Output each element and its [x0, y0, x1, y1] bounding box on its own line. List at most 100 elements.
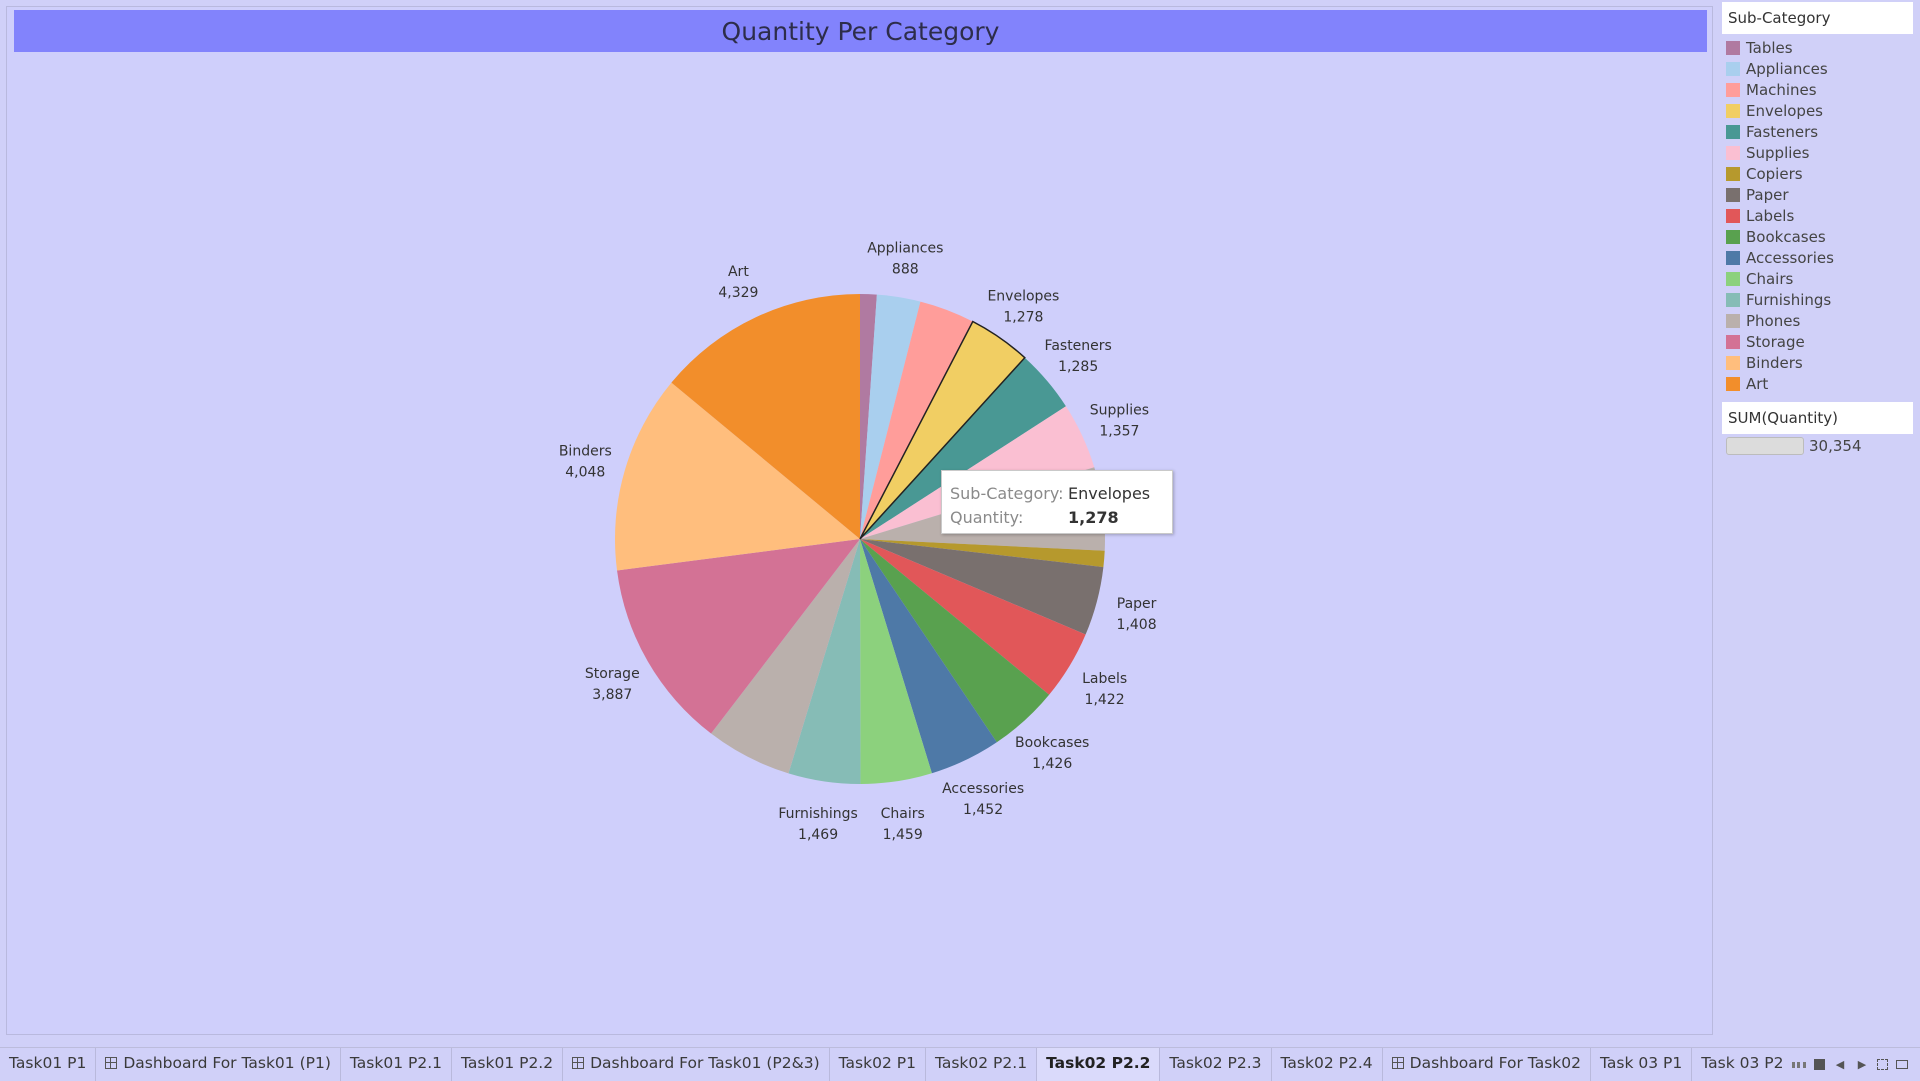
legend-label: Machines [1746, 80, 1817, 99]
legend-label: Envelopes [1746, 101, 1823, 120]
legend-swatch [1726, 82, 1740, 97]
sheet-tab[interactable]: Task01 P2.1 [341, 1048, 452, 1081]
sheet-tab[interactable]: Task02 P2.2 [1037, 1048, 1161, 1081]
legend-label: Labels [1746, 206, 1795, 225]
tooltip-dimension-label: Sub-Category: [950, 483, 1064, 503]
dashboard-icon [1391, 1057, 1404, 1069]
legend-panel: Sub-Category Tables Appliances Machines Env… [1722, 2, 1913, 458]
slice-label-name: Art [728, 264, 749, 280]
legend-item-furnishings[interactable]: Furnishings [1726, 289, 1913, 310]
slice-label-value: 1,459 [883, 827, 923, 843]
legend-label: Supplies [1746, 143, 1810, 162]
sheet-tab[interactable]: Task 03 P2 [1692, 1048, 1782, 1081]
sheet-tab-label: Task01 P1 [9, 1054, 87, 1072]
legend-swatch [1726, 40, 1740, 55]
sheet-tab-label: Task01 P2.1 [349, 1054, 442, 1072]
legend-item-supplies[interactable]: Supplies [1726, 142, 1913, 163]
legend-swatch [1726, 355, 1740, 370]
sheet-tab-label: Task02 P1 [838, 1054, 916, 1072]
slice-label-name: Chairs [881, 806, 925, 822]
sheet-tab[interactable]: Task01 P1 [0, 1048, 97, 1081]
legend-item-bookcases[interactable]: Bookcases [1726, 226, 1913, 247]
legend-item-appliances[interactable]: Appliances [1726, 58, 1913, 79]
legend-item-phones[interactable]: Phones [1726, 310, 1913, 331]
legend-item-fasteners[interactable]: Fasteners [1726, 121, 1913, 142]
slice-label-name: Accessories [942, 781, 1024, 797]
legend-label: Chairs [1746, 269, 1794, 288]
sheet-tab-label: Task02 P2.4 [1280, 1054, 1373, 1072]
sheet-tab[interactable]: Task02 P2.1 [926, 1048, 1038, 1081]
legend-item-paper[interactable]: Paper [1726, 184, 1913, 205]
slice-label-name: Fasteners [1045, 338, 1112, 354]
legend-swatch [1726, 376, 1740, 391]
tooltip-measure-value: 1,278 [1068, 507, 1119, 527]
pie-chart[interactable]: Appliances888Envelopes1,278Fasteners1,28… [0, 0, 1713, 1040]
size-legend: 30,354 [1722, 434, 1913, 458]
sheet-tab[interactable]: Task02 P1 [830, 1048, 926, 1081]
legend-item-tables[interactable]: Tables [1726, 37, 1913, 58]
slice-label-value: 1,357 [1099, 424, 1139, 440]
legend-swatch [1726, 124, 1740, 139]
sheet-tab[interactable]: Task02 P2.3 [1160, 1048, 1272, 1081]
sheet-tab[interactable]: Dashboard For Task01 (P2&3) [563, 1048, 830, 1081]
sheet-tab-label: Task02 P2.3 [1169, 1054, 1262, 1072]
legend-item-binders[interactable]: Binders [1726, 352, 1913, 373]
film-strip-icon[interactable] [1792, 1061, 1806, 1068]
legend-label: Furnishings [1746, 290, 1832, 309]
legend-label: Binders [1746, 353, 1803, 372]
legend-label: Phones [1746, 311, 1801, 330]
next-arrow-icon[interactable]: ▶ [1855, 1058, 1869, 1071]
legend-swatch [1726, 271, 1740, 286]
legend-swatch [1726, 187, 1740, 202]
legend-item-machines[interactable]: Machines [1726, 79, 1913, 100]
legend-label: Paper [1746, 185, 1789, 204]
sheet-tab[interactable]: Dashboard For Task01 (P1) [96, 1048, 341, 1081]
tooltip-measure-label: Quantity: [950, 507, 1024, 527]
presentation-icon[interactable] [1896, 1060, 1908, 1069]
color-legend-title[interactable]: Sub-Category [1722, 2, 1913, 34]
legend-label: Appliances [1746, 59, 1828, 78]
slice-label-value: 1,278 [1003, 309, 1043, 325]
legend-swatch [1726, 208, 1740, 223]
legend-item-copiers[interactable]: Copiers [1726, 163, 1913, 184]
slice-label-value: 4,048 [565, 465, 605, 481]
slice-label-name: Supplies [1090, 403, 1149, 419]
dashboard-icon [572, 1057, 585, 1069]
slice-label-name: Paper [1117, 596, 1157, 612]
stop-icon[interactable] [1814, 1059, 1825, 1070]
slice-label-name: Furnishings [778, 806, 858, 822]
legend-swatch [1726, 250, 1740, 265]
slice-label-value: 1,452 [963, 802, 1003, 818]
slice-label-name: Storage [585, 666, 640, 682]
slice-label-name: Binders [559, 444, 612, 460]
legend-item-labels[interactable]: Labels [1726, 205, 1913, 226]
legend-item-envelopes[interactable]: Envelopes [1726, 100, 1913, 121]
legend-item-storage[interactable]: Storage [1726, 331, 1913, 352]
sheet-tab-label: Task 03 P2 [1701, 1054, 1782, 1072]
sheet-tab-label: Dashboard For Task02 [1409, 1054, 1581, 1072]
legend-item-art[interactable]: Art [1726, 373, 1913, 394]
sheet-tab[interactable]: Dashboard For Task02 [1383, 1048, 1591, 1081]
slice-label-value: 4,329 [718, 285, 758, 301]
prev-arrow-icon[interactable]: ◀ [1833, 1058, 1847, 1071]
slice-label-value: 1,285 [1058, 359, 1098, 375]
size-legend-title[interactable]: SUM(Quantity) [1722, 402, 1913, 434]
slice-label-name: Envelopes [987, 288, 1059, 304]
slice-label-name: Appliances [867, 241, 943, 257]
sheet-tab[interactable]: Task02 P2.4 [1272, 1048, 1383, 1081]
slice-label-value: 1,422 [1085, 692, 1125, 708]
slice-label-value: 888 [892, 262, 919, 278]
legend-label: Bookcases [1746, 227, 1826, 246]
legend-swatch [1726, 229, 1740, 244]
legend-swatch [1726, 166, 1740, 181]
sheet-tab-bar: Task01 P1 Dashboard For Task01 (P1) Task01… [0, 1047, 1920, 1081]
sheet-tab[interactable]: Task 03 P1 [1591, 1048, 1693, 1081]
fit-screen-icon[interactable] [1877, 1059, 1888, 1070]
slice-label-name: Bookcases [1015, 735, 1089, 751]
legend-item-accessories[interactable]: Accessories [1726, 247, 1913, 268]
size-legend-value: 30,354 [1809, 437, 1862, 455]
legend-item-chairs[interactable]: Chairs [1726, 268, 1913, 289]
tooltip-dimension-value: Envelopes [1068, 483, 1151, 503]
dashboard-icon [105, 1057, 118, 1069]
sheet-tab[interactable]: Task01 P2.2 [452, 1048, 564, 1081]
